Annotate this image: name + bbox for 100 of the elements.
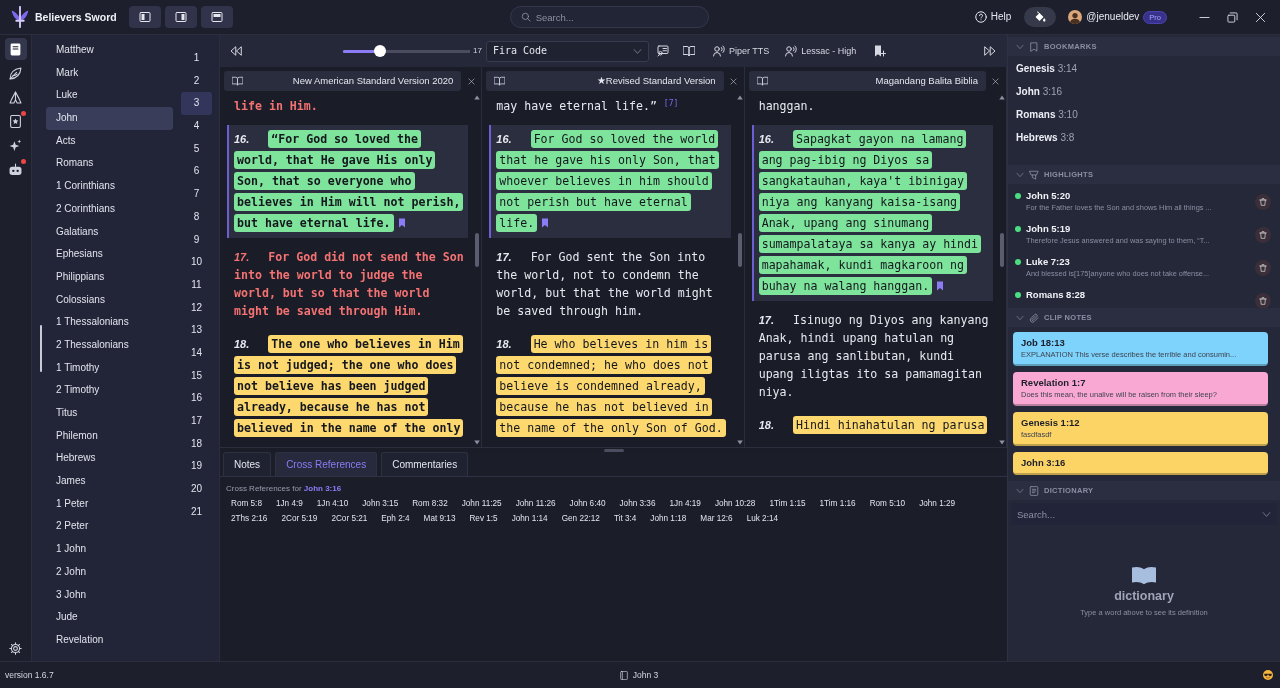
chapter-item[interactable]: 15 xyxy=(181,364,212,388)
book-item[interactable]: 1 Thessalonians xyxy=(46,311,173,334)
reference-link[interactable]: 2Cor 5:19 xyxy=(276,513,323,526)
reference-link[interactable]: 1Jn 4:19 xyxy=(664,497,706,510)
reference-link[interactable]: Tit 3:4 xyxy=(608,513,642,526)
book-item[interactable]: Romans xyxy=(46,152,173,176)
scrollbar-thumb[interactable] xyxy=(1000,233,1004,267)
reference-link[interactable]: Mat 9:13 xyxy=(418,513,461,526)
add-bookmark-button[interactable] xyxy=(874,45,887,57)
chapter-item[interactable]: 9 xyxy=(181,228,212,252)
reference-link[interactable]: John 11:26 xyxy=(510,497,561,510)
scrollbar-thumb[interactable] xyxy=(40,325,42,372)
delete-button[interactable] xyxy=(1255,260,1271,276)
clip-note-card[interactable]: John 3:16 xyxy=(1013,452,1268,475)
delete-button[interactable] xyxy=(1255,227,1271,243)
chapter-item[interactable]: 20 xyxy=(181,478,212,501)
reference-link[interactable]: John 6:40 xyxy=(564,497,611,510)
left-panel-toggle-button[interactable] xyxy=(128,6,161,28)
reference-link[interactable]: Gen 22:12 xyxy=(556,513,605,526)
reference-link[interactable]: 2Ths 2:16 xyxy=(226,513,273,526)
reference-link[interactable]: John 10:28 xyxy=(709,497,761,510)
verse-text[interactable]: 17. For God sent the Son into the world, not to condemn the world, but that the world might be saved through him. xyxy=(489,244,731,324)
voice-engine-button[interactable]: Piper TTS xyxy=(712,45,770,57)
dictionary-search-field[interactable]: Search... xyxy=(1011,503,1277,525)
book-item[interactable]: 2 Corinthians xyxy=(46,197,173,221)
highlight-reference[interactable]: John 5:19 xyxy=(1026,222,1255,235)
book-item[interactable]: Revelation xyxy=(46,628,173,652)
delete-button[interactable] xyxy=(1255,194,1271,210)
book-item[interactable]: Luke xyxy=(46,84,173,108)
book-item[interactable]: James xyxy=(46,470,173,493)
verse-text[interactable]: 17. For God did not send the Son into the world to judge the world, but so that the world might be saved through Him. xyxy=(227,244,469,324)
book-item[interactable]: 1 Corinthians xyxy=(46,175,173,198)
reference-link[interactable]: 1Tim 1:15 xyxy=(764,497,811,510)
chapter-item[interactable]: 10 xyxy=(181,251,212,274)
book-item[interactable]: Galatians xyxy=(46,220,173,244)
reference-link[interactable]: John 1:14 xyxy=(506,513,553,526)
book-item[interactable]: Philippians xyxy=(46,265,173,289)
scrollbar-thumb[interactable] xyxy=(475,233,480,267)
verse-text[interactable]: 17. Isinugo ng Diyos ang kanyang Anak, hindi upang hatulan ng parusa ang sanlibutan, kundi upang iligtas ito sa pamamagitan niya. xyxy=(751,307,993,405)
reference-link[interactable]: 1Tim 1:16 xyxy=(814,497,861,510)
book-item[interactable]: Jude xyxy=(46,606,173,629)
theme-button[interactable] xyxy=(1024,7,1057,27)
chapter-item[interactable]: 16 xyxy=(181,387,212,410)
highlight-reference[interactable]: John 5:20 xyxy=(1026,189,1255,202)
reference-link[interactable]: Rom 5:10 xyxy=(864,497,911,510)
chapter-item[interactable]: 6 xyxy=(181,160,212,184)
version-tab[interactable]: Magandang Balita Biblia xyxy=(748,71,986,91)
bookmark-item[interactable]: Romans 3:10 xyxy=(1008,103,1280,126)
book-item[interactable]: Acts xyxy=(46,129,173,153)
panel-tab[interactable]: Commentaries xyxy=(381,452,469,476)
chapter-item[interactable]: 17 xyxy=(181,410,212,433)
help-button[interactable]: Help xyxy=(974,11,1012,23)
book-item[interactable]: Ephesians xyxy=(46,243,173,266)
book-item[interactable]: Hebrews xyxy=(46,447,173,471)
font-select[interactable]: Fira Code xyxy=(485,40,649,62)
sidebar-tab[interactable] xyxy=(4,38,27,60)
panel-tab[interactable]: Cross References xyxy=(275,452,378,476)
chapter-item[interactable]: 11 xyxy=(181,273,212,297)
chapter-item[interactable]: 1 xyxy=(181,47,212,70)
highlight-reference[interactable]: Luke 7:23 xyxy=(1026,255,1255,268)
book-item[interactable]: John xyxy=(46,107,173,130)
book-item[interactable]: 3 John xyxy=(46,583,173,607)
previous-button[interactable] xyxy=(230,45,242,57)
bookmark-item[interactable]: John 3:16 xyxy=(1008,80,1280,103)
chapter-item[interactable]: 7 xyxy=(181,183,212,206)
book-item[interactable]: Mark xyxy=(46,61,173,85)
delete-button[interactable] xyxy=(1255,293,1271,308)
book-item[interactable]: Philemon xyxy=(46,424,173,448)
reference-link[interactable]: Mar 12:6 xyxy=(695,513,738,526)
bookmark-item[interactable]: Hebrews 3:8 xyxy=(1008,126,1280,149)
book-item[interactable]: 2 Timothy xyxy=(46,379,173,402)
book-item[interactable]: 1 Peter xyxy=(46,492,173,516)
resize-handle[interactable] xyxy=(603,448,624,452)
reference-link[interactable]: John 1:18 xyxy=(645,513,692,526)
book-view-button[interactable] xyxy=(682,45,695,57)
book-item[interactable]: 2 Thessalonians xyxy=(46,333,173,357)
chapter-item[interactable]: 14 xyxy=(181,341,212,365)
book-item[interactable]: 2 Peter xyxy=(46,515,173,539)
chapter-item[interactable]: 3 xyxy=(181,92,212,116)
reference-link[interactable]: 2Cor 5:21 xyxy=(326,513,373,526)
reference-link[interactable]: Rom 5:8 xyxy=(226,497,267,510)
reference-link[interactable]: 1Jn 4:10 xyxy=(311,497,354,510)
reference-link[interactable]: John 11:25 xyxy=(456,497,507,510)
book-item[interactable]: Colossians xyxy=(46,288,173,312)
chapter-item[interactable]: 5 xyxy=(181,137,212,161)
book-item[interactable]: 1 Timothy xyxy=(46,356,173,380)
voice-button[interactable]: Lessac - High xyxy=(785,45,857,57)
book-item[interactable]: Titus xyxy=(46,402,173,425)
chapter-item[interactable]: 19 xyxy=(181,455,212,479)
reference-link[interactable]: John 3:36 xyxy=(614,497,661,510)
highlight-reference[interactable]: Romans 8:28 xyxy=(1026,288,1255,301)
reference-link[interactable]: John 1:29 xyxy=(914,497,961,510)
reference-link[interactable]: Rom 8:32 xyxy=(407,497,453,510)
verse-text[interactable]: 16. Sapagkat gayon na lamang ang pag-ibig ng Diyos sa sangkatauhan, kaya't ibinigay niya ang kanyang kaisa-isang Anak, upang ang sinumang sumampalataya sa kanya ay hindi mapahamak, kundi magkaroon ng buhay na walang hanggan. xyxy=(751,125,993,301)
bottom-panel-toggle-button[interactable] xyxy=(200,6,233,28)
book-item[interactable]: 1 John xyxy=(46,538,173,561)
slider-thumb[interactable] xyxy=(373,45,386,57)
verse-text[interactable]: life in Him. xyxy=(227,93,469,119)
right-panel-toggle-button[interactable] xyxy=(164,6,197,28)
chapter-item[interactable]: 13 xyxy=(181,319,212,342)
